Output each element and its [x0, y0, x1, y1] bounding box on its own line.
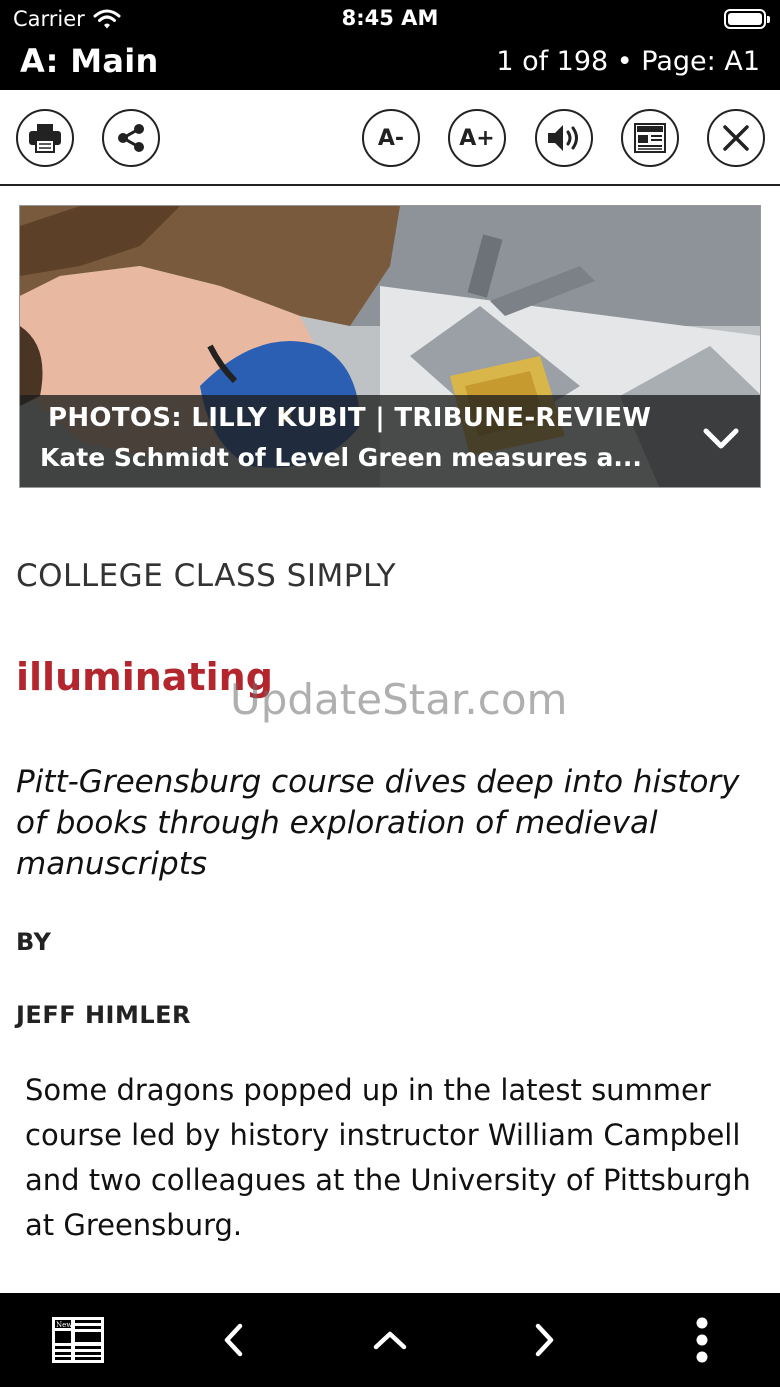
svg-text:News: News	[56, 1321, 76, 1329]
font-decrease-button[interactable]: A-	[362, 109, 420, 167]
photo-caption-bar: PHOTOS: LILLY KUBIT | TRIBUNE-REVIEW Kat…	[20, 395, 760, 487]
photo-credit: PHOTOS: LILLY KUBIT | TRIBUNE-REVIEW	[48, 403, 652, 433]
scroll-up-button[interactable]	[356, 1293, 424, 1387]
share-icon	[118, 124, 144, 152]
article-kicker: COLLEGE CLASS SIMPLY	[16, 558, 397, 594]
page-indicator: 1 of 198 • Page: A1	[496, 46, 760, 77]
close-icon	[723, 125, 749, 151]
speaker-icon	[548, 125, 578, 151]
section-title: A: Main	[20, 42, 159, 80]
more-vertical-icon	[696, 1317, 708, 1363]
previous-article-button[interactable]	[200, 1293, 266, 1387]
next-article-button[interactable]	[512, 1293, 578, 1387]
newspaper-icon	[634, 123, 666, 153]
newspaper-icon: News	[52, 1317, 104, 1363]
font-increase-button[interactable]: A+	[448, 109, 506, 167]
print-button[interactable]	[16, 109, 74, 167]
close-button[interactable]	[707, 109, 765, 167]
bottom-nav-bar: News	[0, 1293, 780, 1387]
audio-button[interactable]	[535, 109, 593, 167]
battery-icon	[724, 9, 770, 29]
byline-label: BY	[16, 928, 52, 956]
photo-caption: Kate Schmidt of Level Green measures a..…	[40, 443, 642, 472]
watermark: UpdateStar.com	[230, 675, 568, 724]
chevron-down-icon[interactable]	[702, 425, 740, 453]
status-bar: Carrier 8:45 AM	[0, 0, 780, 40]
article-deck: Pitt-Greensburg course dives deep into h…	[16, 764, 740, 882]
share-button[interactable]	[102, 109, 160, 167]
print-icon	[29, 124, 61, 153]
clock: 8:45 AM	[341, 6, 439, 30]
article-toolbar: A- A+	[0, 90, 780, 186]
more-options-button[interactable]	[672, 1293, 732, 1387]
top-bar: Carrier 8:45 AM A: Main 1 of 198 • Page:…	[0, 0, 780, 90]
chevron-up-icon	[373, 1331, 407, 1350]
page-view-nav-button[interactable]: News	[40, 1293, 116, 1387]
chevron-right-icon	[535, 1323, 554, 1357]
byline-author: JEFF HIMLER	[16, 1001, 192, 1029]
page-view-button[interactable]	[621, 109, 679, 167]
article-body: Some dragons popped up in the latest sum…	[25, 1073, 751, 1242]
article-photo[interactable]: PHOTOS: LILLY KUBIT | TRIBUNE-REVIEW Kat…	[19, 205, 761, 488]
chevron-left-icon	[224, 1323, 243, 1357]
